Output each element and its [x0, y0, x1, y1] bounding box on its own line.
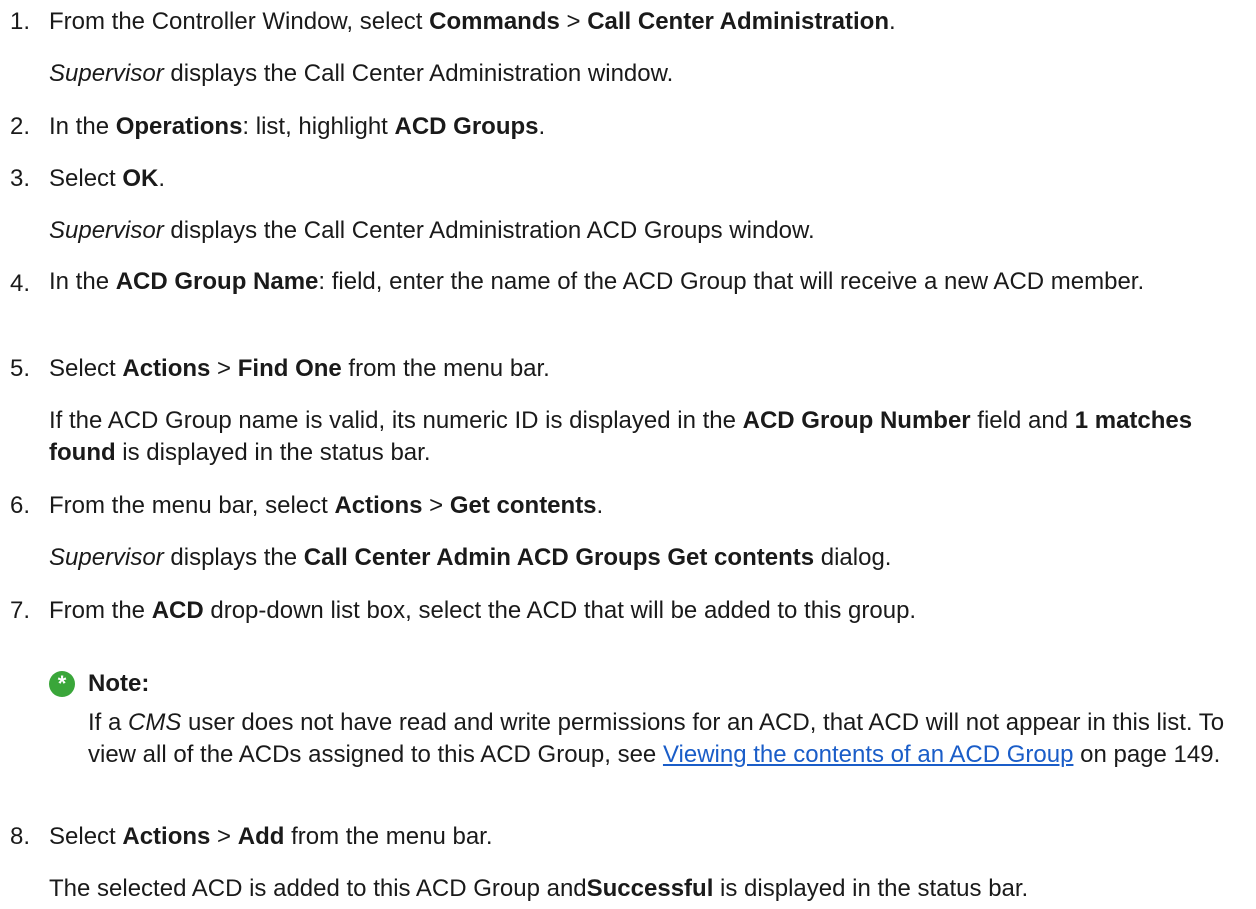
note-label: Note:	[88, 670, 150, 697]
text-run: In the	[49, 113, 116, 140]
text-run: >	[422, 492, 450, 519]
step-number: 3.	[10, 165, 31, 192]
italic-term: Supervisor	[49, 60, 164, 87]
step-result: Supervisor displays the Call Center Admi…	[49, 60, 673, 88]
bold-term: Actions	[334, 492, 423, 519]
step-instruction: Select OK.	[49, 165, 165, 193]
cross-reference-link[interactable]: Viewing the contents of an ACD Group	[663, 741, 1073, 768]
text-run: displays the Call Center Administration …	[163, 217, 815, 244]
step-result: Supervisor displays the Call Center Admi…	[49, 217, 815, 245]
step-instruction: Select Actions > Find One from the menu …	[49, 355, 550, 383]
document-page: 1. From the Controller Window, select Co…	[0, 0, 1256, 909]
text-run: is displayed in the status bar.	[713, 875, 1029, 902]
text-run: drop-down list box, select the ACD that …	[203, 597, 917, 624]
step-number: 4.	[10, 270, 31, 297]
bold-term: Successful	[586, 875, 714, 902]
bold-term: ACD Groups	[394, 113, 539, 140]
text-run: : list, highlight	[242, 113, 395, 140]
text-run: In the	[49, 268, 116, 295]
italic-term: Supervisor	[49, 217, 164, 244]
step-instruction: Select Actions > Add from the menu bar.	[49, 823, 493, 851]
bold-term: ACD Group Number	[742, 407, 971, 434]
step-instruction: From the menu bar, select Actions > Get …	[49, 492, 603, 520]
bold-term: Commands	[429, 8, 560, 35]
bold-term: Actions	[122, 355, 211, 382]
bold-term: OK	[122, 165, 159, 192]
text-run: .	[889, 8, 896, 35]
text-run: from the menu bar.	[341, 355, 550, 382]
step-number: 6.	[10, 492, 31, 519]
text-run: Select	[49, 165, 123, 192]
text-run: From the	[49, 597, 152, 624]
text-run: from the menu bar.	[284, 823, 493, 850]
step-number: 1.	[10, 8, 31, 35]
bold-term: Call Center Administration	[587, 8, 890, 35]
text-run: is displayed in the status bar.	[115, 439, 431, 466]
italic-term: CMS	[128, 709, 182, 736]
step-5-result: If the ACD Group name is valid, its nume…	[0, 405, 1256, 469]
text-run: dialog.	[814, 544, 892, 571]
step-result: Supervisor displays the Call Center Admi…	[49, 544, 891, 572]
step-number: 2.	[10, 113, 31, 140]
step-result: If the ACD Group name is valid, its nume…	[49, 405, 1239, 469]
italic-term: Supervisor	[49, 544, 164, 571]
text-run: .	[596, 492, 604, 519]
text-run: displays the	[163, 544, 304, 571]
text-run: .	[538, 113, 546, 140]
text-run: The selected ACD is added to this ACD Gr…	[49, 875, 587, 902]
bold-term: Call Center Admin ACD Groups Get content…	[303, 544, 815, 571]
text-run: >	[210, 355, 238, 382]
step-number: 5.	[10, 355, 31, 382]
text-run: on page 149.	[1073, 741, 1221, 768]
step-result: The selected ACD is added to this ACD Gr…	[49, 875, 1028, 903]
bold-term: Operations	[115, 113, 243, 140]
bold-term: Get contents	[449, 492, 597, 519]
note-asterisk-icon: *	[49, 671, 75, 697]
bold-term: Actions	[122, 823, 211, 850]
text-run: >	[210, 823, 238, 850]
step-number: 8.	[10, 823, 31, 850]
step-instruction: In the ACD Group Name: field, enter the …	[49, 266, 1199, 298]
text-run: displays the Call Center Administration …	[163, 60, 674, 87]
step-instruction: From the Controller Window, select Comma…	[49, 8, 896, 36]
text-run: If a	[88, 709, 129, 736]
text-run: From the Controller Window, select	[49, 8, 430, 35]
bold-term: ACD Group Name	[115, 268, 319, 295]
note-body: If a CMS user does not have read and wri…	[88, 707, 1238, 771]
step-instruction: In the Operations: list, highlight ACD G…	[49, 113, 545, 141]
text-run: If the ACD Group name is valid, its nume…	[49, 407, 743, 434]
bold-term: ACD	[151, 597, 204, 624]
bold-term: Add	[237, 823, 285, 850]
text-run: From the menu bar, select	[49, 492, 335, 519]
bold-term: Find One	[237, 355, 342, 382]
text-run: Select	[49, 355, 123, 382]
step-instruction: From the ACD drop-down list box, select …	[49, 597, 916, 625]
step-number: 7.	[10, 597, 31, 624]
text-run: field and	[970, 407, 1075, 434]
text-run: Select	[49, 823, 123, 850]
text-run: .	[158, 165, 166, 192]
step-4: 4. In the ACD Group Name: field, enter t…	[0, 268, 1256, 334]
text-run: >	[559, 8, 588, 35]
text-run: : field, enter the name of the ACD Group…	[318, 268, 1145, 295]
